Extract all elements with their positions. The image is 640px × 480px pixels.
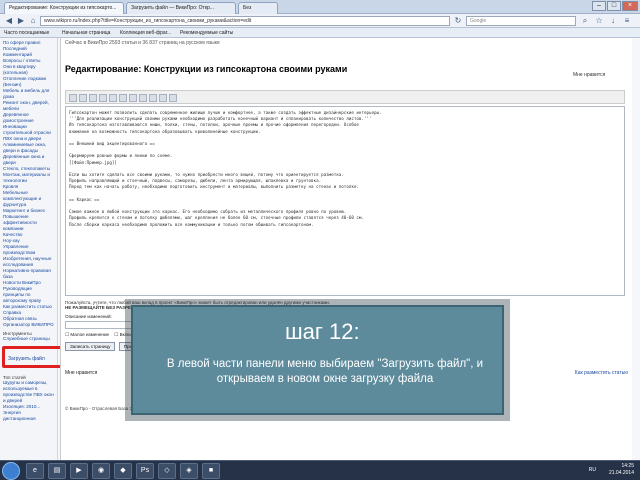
bookmark-item[interactable]: Коллекция веб-фраг... [120, 30, 171, 36]
app-icon[interactable]: ◈ [180, 463, 198, 479]
editor-toolbar [65, 90, 625, 104]
app-icon[interactable]: ■ [202, 463, 220, 479]
browser-tab-edit[interactable]: Редактирование: Конструкции из гипсокарт… [4, 2, 124, 14]
back-icon[interactable]: ◀ [4, 16, 14, 26]
minor-edit-label: Малое изменение [70, 332, 110, 337]
maximize-icon[interactable]: □ [607, 1, 621, 11]
start-button[interactable] [2, 462, 20, 480]
sidebar-item[interactable]: Деревянные окна и двери [3, 154, 54, 166]
editor-line: После сборки каркаса необходимо проложит… [69, 221, 314, 227]
browser-tab-3[interactable]: Без [238, 2, 278, 14]
sidebar-item[interactable]: Они в квартиру (котельная) [3, 64, 54, 76]
sidebar-item[interactable]: Инновации строительной отрасли [3, 124, 54, 136]
sidebar-item[interactable]: Изобретения, научные исследования [3, 256, 54, 268]
summary-label: Описание изменений: [65, 314, 112, 319]
step-description: В левой части панели меню выбираем "Загр… [166, 358, 484, 385]
nowiki-icon[interactable] [149, 94, 157, 102]
downloads-icon[interactable]: ↓ [608, 16, 618, 26]
taskbar: e ▤ ▶ ◉ ◆ Ps ◇ ◈ ■ RU 14:25 21.04.2014 [0, 460, 640, 480]
sidebar-item[interactable]: Мебельные комплектующие и фурнитура [3, 190, 54, 208]
language-indicator[interactable]: RU [589, 467, 596, 473]
forward-icon[interactable]: ▶ [16, 16, 26, 26]
bookmark-item[interactable]: Рекомендуемые сайты [180, 30, 233, 36]
top-article-item[interactable]: Энергия дистанционная [3, 410, 54, 422]
browser-navbar: ◀ ▶ ⌂ www.wikipro.ru/index.php?title=Кон… [0, 14, 640, 28]
media-icon[interactable] [129, 94, 137, 102]
image-icon[interactable] [119, 94, 127, 102]
browser-tab-upload[interactable]: Загрузить файл — ВикиПро: Откр... [126, 2, 236, 14]
sidebar: По сфере правил Последний Комментарий Вопро… [0, 38, 58, 460]
top-article-item[interactable]: Шурупы и саморезы, используемые в произв… [3, 380, 54, 404]
clock-date: 21.04.2014 [608, 470, 634, 476]
clock-time: 14:25 [621, 463, 634, 469]
bookmark-item[interactable]: Часто посещаемые [4, 30, 49, 36]
app-icon[interactable]: ◆ [114, 463, 132, 479]
browser-titlebar: Редактирование: Конструкции из гипсокарт… [0, 0, 640, 14]
sidebar-item[interactable]: Монтаж, материалы и технологии [3, 172, 54, 184]
search-icon[interactable]: ⌕ [580, 16, 590, 26]
media-player-icon[interactable]: ▶ [70, 463, 88, 479]
tab-label: Редактирование: Конструкции из гипсокарт… [9, 5, 117, 11]
firefox-icon[interactable]: ◉ [92, 463, 110, 479]
sidebar-item[interactable]: Руководящие принципы по авторскому праву [3, 286, 54, 304]
sidebar-item[interactable]: Ремонт окон, дверей, мебели [3, 100, 54, 112]
sidebar-item[interactable]: Алюминиевые окна, двери и фасады [3, 142, 54, 154]
signature-icon[interactable] [159, 94, 167, 102]
sidebar-nav: По сфере правил Последний Комментарий Вопро… [3, 40, 54, 328]
edit-textarea[interactable]: Гипсокартон может позволить сделать совр… [65, 106, 625, 296]
external-link-icon[interactable] [99, 94, 107, 102]
instruction-overlay: шаг 12: В левой части панели меню выбира… [131, 305, 504, 415]
ie-icon[interactable]: e [26, 463, 44, 479]
photoshop-icon[interactable]: Ps [136, 463, 154, 479]
step-title: шаг 12: [285, 319, 360, 344]
tab-label: Загрузить файл — ВикиПро: Откр... [131, 5, 214, 11]
search-input[interactable]: Google [466, 16, 576, 26]
address-bar[interactable]: www.wikipro.ru/index.php?title=Конструкц… [40, 16, 450, 26]
explorer-icon[interactable]: ▤ [48, 463, 66, 479]
sidebar-item[interactable]: Повышение эффективности компании [3, 214, 54, 232]
sidebar-item[interactable]: Нормативно-правовая база [3, 268, 54, 280]
tab-label: Без [243, 5, 252, 11]
how-to-post-link[interactable]: Как разместить статью [575, 370, 628, 376]
sidebar-item[interactable]: Мебель и мебель для дома [3, 88, 54, 100]
bookmark-star-icon[interactable]: ☆ [594, 16, 604, 26]
sidebar-item[interactable]: Организатор ВИКИПРО [3, 322, 54, 328]
upload-file-link[interactable]: Загрузить файл [8, 356, 45, 362]
italic-icon[interactable] [79, 94, 87, 102]
like-label[interactable]: Мне нравится [573, 72, 605, 78]
hr-icon[interactable] [169, 94, 177, 102]
menu-icon[interactable]: ≡ [622, 16, 632, 26]
home-icon[interactable]: ⌂ [28, 16, 38, 26]
sidebar-item-special-pages[interactable]: Служебные страницы [3, 336, 54, 342]
reload-icon[interactable]: ↻ [453, 16, 463, 26]
sidebar-item[interactable]: Деревянное домостроение [3, 112, 54, 124]
save-page-button[interactable]: Записать страницу [65, 342, 116, 351]
site-stats: Сейчас в ВикиПро 2593 статьи и 36 837 ст… [65, 40, 220, 46]
formula-icon[interactable] [139, 94, 147, 102]
app-icon[interactable]: ◇ [158, 463, 176, 479]
minimize-icon[interactable]: – [592, 1, 606, 11]
close-icon[interactable]: × [622, 1, 638, 11]
page-title: Редактирование: Конструкции из гипсокарт… [65, 64, 348, 74]
bookmarks-bar: Часто посещаемые Начальная страница Колл… [0, 28, 640, 38]
heading-icon[interactable] [109, 94, 117, 102]
clock[interactable]: 14:25 21.04.2014 [609, 463, 634, 477]
link-icon[interactable] [89, 94, 97, 102]
sidebar-item[interactable]: Управление производством [3, 244, 54, 256]
bold-icon[interactable] [69, 94, 77, 102]
bookmark-item[interactable]: Начальная страница [62, 30, 110, 36]
sidebar-item[interactable]: Отопление лодками (Бензин) [3, 76, 54, 88]
